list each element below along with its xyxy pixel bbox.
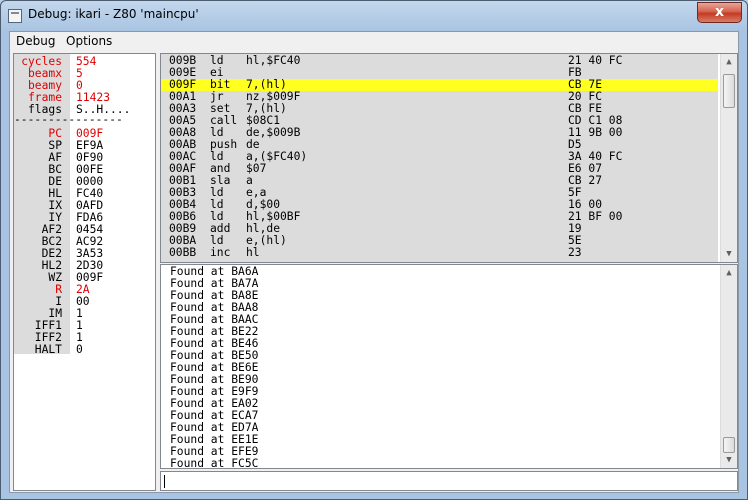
disasm-line[interactable]: 00AB push de D5 [161, 139, 718, 151]
console-scroll-thumb[interactable] [723, 437, 735, 453]
disasm-bytes: 23 [568, 246, 582, 259]
scroll-up-arrow-icon[interactable]: ▲ [721, 265, 737, 281]
disasm-line[interactable]: 009B ld hl,$FC40 21 40 FC [161, 55, 718, 67]
console-line: Found at FC5C [170, 457, 259, 469]
registers-panel[interactable]: ---------------- cycles 554 beamx 5 beamy 0 fr… [13, 53, 156, 491]
console-scrollbar[interactable]: ▲ ▼ [720, 265, 737, 468]
register-row[interactable]: flags S..H.... [14, 104, 155, 116]
window-title: Debug: ikari - Z80 'maincpu' [28, 7, 199, 21]
disasm-line[interactable]: 00B9 add hl,de 19 [161, 223, 718, 235]
menu-bar: Debug Options [10, 32, 738, 51]
register-row[interactable]: HALT 0 [14, 344, 155, 356]
disasm-line[interactable]: 009E ei FB [161, 67, 718, 79]
scroll-up-arrow-icon[interactable]: ▲ [721, 54, 737, 70]
text-caret [164, 475, 165, 488]
client-area: Debug Options ---------------- cycles 554… [9, 31, 739, 493]
register-name: flags [27, 103, 62, 116]
disasm-address: 00BB [169, 246, 197, 259]
disasm-line[interactable]: 00B1 sla a CB 27 [161, 175, 718, 187]
disassembly-panel[interactable]: 009B ld hl,$FC40 21 40 FC 009E ei FB 009F bit 7,(… [160, 53, 738, 263]
disassembly-scrollbar[interactable]: ▲ ▼ [720, 54, 737, 262]
disasm-line[interactable]: 00B4 ld d,$00 16 00 [161, 199, 718, 211]
disasm-line[interactable]: 00A8 ld de,$009B 11 9B 00 [161, 127, 718, 139]
disassembly-scroll-thumb[interactable] [723, 74, 735, 108]
register-name: HALT [34, 343, 62, 356]
disasm-line[interactable]: 00A5 call $08C1 CD C1 08 [161, 115, 718, 127]
command-input[interactable] [160, 471, 738, 491]
register-row[interactable]: I 00 [14, 296, 155, 308]
disasm-current-line[interactable]: 009F bit 7,(hl) CB 7E [161, 79, 718, 91]
disasm-line[interactable]: 00B3 ld e,a 5F [161, 187, 718, 199]
disasm-line[interactable]: 00AC ld a,($FC40) 3A 40 FC [161, 151, 718, 163]
disasm-operands: hl [246, 246, 260, 259]
scroll-down-arrow-icon[interactable]: ▼ [721, 246, 737, 262]
disasm-line[interactable]: 00BB inc hl 23 [161, 247, 718, 259]
scroll-down-arrow-icon[interactable]: ▼ [721, 452, 737, 468]
title-bar[interactable]: Debug: ikari - Z80 'maincpu' x [1, 1, 747, 31]
menu-options[interactable]: Options [66, 34, 112, 48]
register-value: S..H.... [76, 103, 131, 116]
disasm-line[interactable]: 00B6 ld hl,$00BF 21 BF 00 [161, 211, 718, 223]
disasm-operands: hl,$FC40 [246, 54, 301, 67]
debugger-window: Debug: ikari - Z80 'maincpu' x Debug Opt… [0, 0, 748, 500]
close-button[interactable]: x [697, 2, 742, 23]
disasm-line[interactable]: 00A3 set 7,(hl) CB FE [161, 103, 718, 115]
menu-debug[interactable]: Debug [16, 34, 55, 48]
disasm-line[interactable]: 00AF and $07 E6 07 [161, 163, 718, 175]
disasm-mnemonic: inc [210, 246, 231, 259]
disasm-line[interactable]: 00A1 jr nz,$009F 20 FC [161, 91, 718, 103]
console-panel[interactable]: Found at BA6A Found at BA7A Found at BA8E F… [160, 264, 738, 469]
window-app-icon [8, 9, 22, 23]
register-value: 0 [76, 343, 83, 356]
disasm-line[interactable]: 00BA ld e,(hl) 5E [161, 235, 718, 247]
